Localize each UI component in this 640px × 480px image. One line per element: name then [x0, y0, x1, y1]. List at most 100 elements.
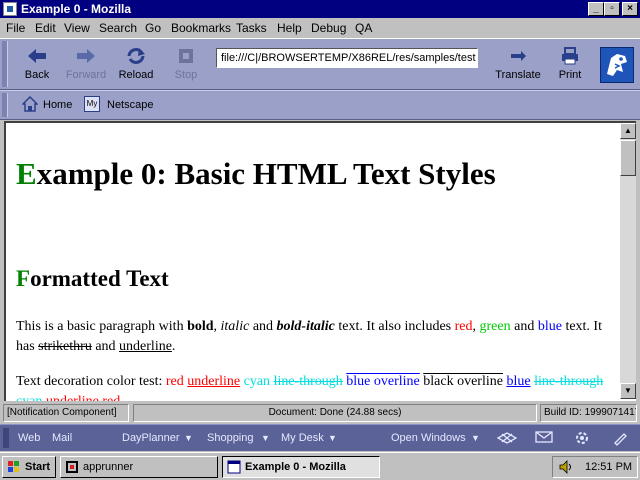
menu-bookmarks[interactable]: Bookmarks: [171, 21, 231, 35]
forward-button[interactable]: Forward: [61, 47, 111, 81]
red-text: red: [454, 319, 473, 334]
close-button[interactable]: ×: [622, 2, 638, 16]
content-area[interactable]: Example 0: Basic HTML Text Styles Format…: [4, 121, 636, 401]
back-arrow-icon: [12, 47, 62, 65]
bold-text: bold: [187, 319, 214, 334]
maximize-button[interactable]: ▫: [604, 2, 620, 16]
open-windows-dropdown-icon[interactable]: ▼: [471, 433, 480, 443]
heading-text: xample 0: Basic HTML Text Styles: [36, 156, 496, 191]
system-tray: 12:51 PM: [552, 456, 638, 478]
start-label: Start: [25, 461, 51, 473]
my-desk-dropdown-icon[interactable]: ▼: [328, 433, 337, 443]
home-link[interactable]: Home: [43, 99, 72, 111]
menu-search[interactable]: Search: [99, 21, 137, 35]
text-run: text. It also includes: [334, 319, 455, 334]
paragraph-basic: This is a basic paragraph with bold, ita…: [16, 317, 616, 357]
mozilla-throbber-icon[interactable]: [600, 47, 634, 83]
speaker-icon[interactable]: [559, 460, 573, 477]
start-button[interactable]: Start: [2, 456, 56, 478]
paragraph-decoration: Text decoration color test: red underlin…: [16, 372, 616, 401]
section-text: ormatted Text: [30, 266, 169, 291]
taskbar-mail[interactable]: Mail: [52, 432, 72, 444]
reload-button[interactable]: Reload: [111, 47, 161, 81]
menu-tasks[interactable]: Tasks: [236, 21, 267, 35]
back-label: Back: [24, 69, 50, 81]
network-icon[interactable]: [496, 430, 518, 449]
green-text: green: [479, 319, 511, 334]
dayplanner-dropdown-icon[interactable]: ▼: [184, 433, 193, 443]
status-text: Document: Done (24.88 secs): [133, 404, 537, 422]
blue-overline-text: blue overline: [346, 374, 420, 389]
build-id: Build ID: 1999071417: [540, 404, 637, 422]
stop-icon: [161, 47, 211, 65]
personal-toolbar: Home My Netscape: [0, 90, 640, 120]
page-heading: Example 0: Basic HTML Text Styles: [16, 156, 496, 192]
task-mozilla[interactable]: Example 0 - Mozilla: [222, 456, 380, 478]
menu-file[interactable]: File: [6, 21, 25, 35]
translate-button[interactable]: Translate: [493, 47, 543, 81]
menu-debug[interactable]: Debug: [311, 21, 346, 35]
vertical-scrollbar[interactable]: ▲ ▼: [620, 123, 636, 399]
settings-icon[interactable]: [574, 430, 590, 449]
translate-label: Translate: [495, 69, 541, 81]
mozilla-app-icon[interactable]: [3, 2, 17, 16]
scroll-up-button[interactable]: ▲: [620, 123, 636, 139]
clock[interactable]: 12:51 PM: [585, 461, 632, 473]
taskbar-shopping[interactable]: Shopping: [207, 432, 254, 444]
heading-initial: E: [16, 156, 37, 191]
back-button[interactable]: Back: [12, 47, 62, 81]
task-apprunner-label: apprunner: [83, 461, 134, 473]
cyan-word: cyan: [16, 394, 42, 401]
task-apprunner[interactable]: apprunner: [60, 456, 218, 478]
print-label: Print: [558, 69, 582, 81]
reload-label: Reload: [118, 69, 154, 81]
netscape-link[interactable]: Netscape: [107, 99, 153, 111]
window-title: Example 0 - Mozilla: [21, 2, 132, 16]
menu-edit[interactable]: Edit: [35, 21, 56, 35]
text-run: Text decoration color test:: [16, 374, 166, 389]
status-bar: [Notification Component] Document: Done …: [0, 402, 640, 424]
minimize-button[interactable]: _: [588, 2, 604, 16]
title-bar[interactable]: Example 0 - Mozilla _ ▫ ×: [0, 0, 640, 18]
toolbar-grip[interactable]: [2, 41, 8, 87]
stop-button[interactable]: Stop: [161, 47, 211, 81]
red-word: red: [102, 394, 120, 401]
scroll-down-button[interactable]: ▼: [620, 383, 636, 399]
taskbar-web[interactable]: Web: [18, 432, 40, 444]
shopping-dropdown-icon[interactable]: ▼: [261, 433, 270, 443]
cyan-word: cyan: [243, 374, 271, 389]
menu-help[interactable]: Help: [277, 21, 302, 35]
print-button[interactable]: Print: [546, 47, 594, 81]
url-field[interactable]: file:///C|/BROWSERTEMP/X86REL/res/sample…: [216, 48, 478, 68]
notification-component[interactable]: [Notification Component]: [3, 404, 129, 422]
task-mozilla-label: Example 0 - Mozilla: [245, 461, 346, 473]
taskbar-my-desk[interactable]: My Desk: [281, 432, 324, 444]
section-initial: F: [16, 266, 31, 291]
cyan-linethrough-text: line-through: [534, 374, 604, 389]
navigation-toolbar: Back Forward Reload Stop file:///C|/BROW…: [0, 38, 640, 90]
text-run: This is a basic paragraph with: [16, 319, 188, 334]
apprunner-icon: [65, 460, 79, 474]
menu-go[interactable]: Go: [145, 21, 161, 35]
menu-qa[interactable]: QA: [355, 21, 372, 35]
translate-icon: [493, 47, 543, 65]
underline-text: underline: [119, 339, 172, 354]
scroll-thumb[interactable]: [620, 140, 636, 176]
taskbar-dayplanner[interactable]: DayPlanner: [122, 432, 179, 444]
personal-toolbar-grip[interactable]: [2, 93, 8, 117]
section-heading: Formatted Text: [16, 266, 169, 292]
blue-text: blue: [537, 319, 562, 334]
menu-view[interactable]: View: [64, 21, 90, 35]
text-run: ,: [213, 319, 221, 334]
text-run: and: [91, 339, 120, 354]
mail-icon[interactable]: [535, 430, 553, 447]
menu-bar: File Edit View Search Go Bookmarks Tasks…: [0, 18, 640, 38]
home-icon: [21, 95, 39, 112]
text-run: and: [510, 319, 538, 334]
taskbar-grip[interactable]: [3, 428, 9, 448]
taskbar-open-windows[interactable]: Open Windows: [391, 432, 466, 444]
cyan-linethrough-text: line-through: [273, 374, 343, 389]
text-run: .: [171, 339, 176, 354]
pencil-icon[interactable]: [612, 430, 628, 449]
text-run: ,: [472, 319, 480, 334]
